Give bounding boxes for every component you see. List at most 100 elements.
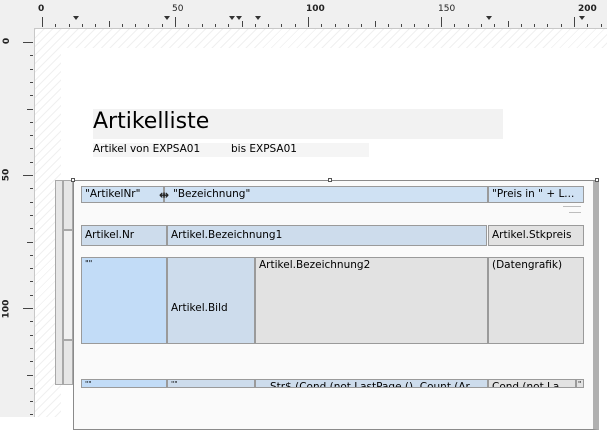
resize-handle[interactable] [595, 178, 599, 182]
ruler-tick [23, 308, 33, 309]
ruler-tick [30, 268, 33, 269]
ruler-marker[interactable] [164, 16, 170, 20]
header-artikelnr[interactable]: "ArtikelNr" [81, 186, 164, 203]
ruler-label-0: 0 [38, 4, 45, 14]
ruler-tick [30, 95, 33, 96]
footer-cell-empty-2[interactable]: "" [167, 379, 255, 388]
column-resize-cursor-icon: ⇹ [159, 188, 170, 202]
ruler-tick [587, 24, 588, 27]
ruler-tick [175, 17, 176, 27]
ruler-tick [348, 24, 349, 27]
ruler-tick [508, 21, 509, 27]
ruler-tick [574, 17, 575, 27]
footer-cell-cond[interactable]: Cond (not La [488, 379, 576, 388]
band-marker[interactable] [55, 180, 63, 385]
ruler-tick [361, 24, 362, 27]
ruler-tick [122, 24, 123, 27]
ruler-tick [375, 21, 376, 27]
ruler-tick [30, 388, 33, 389]
cell-artikel-nr[interactable]: Artikel.Nr [81, 225, 167, 246]
ruler-tick [242, 21, 243, 27]
subtitle-from[interactable]: Artikel von EXPSA01 [93, 143, 200, 155]
ruler-label-150: 150 [438, 4, 456, 14]
ruler-tick [30, 361, 33, 362]
ruler-tick [30, 321, 33, 322]
ruler-tick [281, 24, 282, 27]
vertical-ruler[interactable]: 0 50 100 [0, 28, 35, 417]
ruler-tick [494, 24, 495, 27]
ruler-tick [521, 24, 522, 27]
ruler-label-50: 50 [172, 4, 184, 14]
ruler-tick [109, 21, 110, 27]
resize-handle[interactable] [71, 178, 75, 182]
ruler-tick [30, 335, 33, 336]
ruler-tick [95, 24, 96, 27]
ruler-tick [30, 135, 33, 136]
band-marker-header[interactable] [63, 180, 73, 230]
footer-cell-strcond[interactable]: Str$ (Cond (not LastPage (), Count (Ar [255, 379, 488, 388]
ruler-marker[interactable] [255, 16, 261, 20]
ruler-tick [401, 24, 402, 27]
ruler-tick [335, 24, 336, 27]
ruler-tick [30, 69, 33, 70]
ruler-tick [321, 24, 322, 27]
resize-handle[interactable] [328, 178, 332, 182]
footer-cell-empty-1[interactable]: "" [81, 379, 167, 388]
ruler-tick [30, 202, 33, 203]
cell-bezeichnung1[interactable]: Artikel.Bezeichnung1 [167, 225, 487, 246]
subtitle-to[interactable]: bis EXPSA01 [231, 143, 297, 155]
band-marker-detail[interactable] [63, 230, 73, 340]
ruler-tick [30, 162, 33, 163]
ruler-tick [255, 24, 256, 27]
ruler-marker[interactable] [229, 16, 235, 20]
report-page[interactable]: Artikelliste Artikel von EXPSA01 bis EXP… [55, 48, 607, 430]
ruler-tick [42, 17, 43, 27]
ruler-tick [30, 228, 33, 229]
cell-stkpreis[interactable]: Artikel.Stkpreis [488, 225, 584, 246]
ruler-tick [428, 24, 429, 27]
ruler-tick [188, 24, 189, 27]
ruler-tick [468, 24, 469, 27]
cell-bezeichnung2[interactable]: Artikel.Bezeichnung2 [255, 257, 488, 344]
horizontal-ruler[interactable]: 0 50 100 150 200 [0, 0, 607, 29]
cell-artikel-bild[interactable]: Artikel.Bild [167, 257, 255, 344]
ruler-tick [30, 401, 33, 402]
ruler-tick [481, 24, 482, 27]
ruler-tick [414, 24, 415, 27]
ruler-tick [30, 295, 33, 296]
ruler-tick [30, 255, 33, 256]
ruler-label-200: 200 [578, 4, 597, 14]
band-marker-footer[interactable] [63, 340, 73, 385]
ruler-tick [30, 148, 33, 149]
ruler-tick [148, 24, 149, 27]
ruler-tick [27, 242, 33, 243]
ruler-marker[interactable] [579, 16, 585, 20]
ruler-tick [30, 281, 33, 282]
ruler-tick [55, 24, 56, 27]
ruler-tick [295, 24, 296, 27]
ruler-tick [388, 24, 389, 27]
ruler-tick [202, 24, 203, 27]
ruler-tick [215, 24, 216, 27]
header-preis[interactable]: "Preis in " + L... [488, 186, 584, 203]
footer-cell-edge[interactable]: " [576, 379, 584, 388]
ruler-tick [561, 24, 562, 27]
ruler-marker[interactable] [486, 16, 492, 20]
cell-datengrafik[interactable]: (Datengrafik) [488, 257, 584, 344]
ruler-label-100: 100 [1, 299, 12, 319]
ruler-marker[interactable] [73, 16, 79, 20]
ruler-marker[interactable] [236, 16, 242, 20]
ruler-tick [135, 24, 136, 27]
ruler-tick [82, 24, 83, 27]
ruler-tick [23, 42, 33, 43]
ruler-tick [30, 122, 33, 123]
report-title[interactable]: Artikelliste [93, 109, 209, 134]
design-canvas[interactable]: Artikelliste Artikel von EXPSA01 bis EXP… [35, 29, 607, 430]
ruler-tick [27, 375, 33, 376]
ruler-label-50: 50 [1, 168, 12, 182]
cell-empty-string[interactable]: "" [81, 257, 167, 344]
ruler-label-0: 0 [2, 37, 13, 45]
ruler-tick [162, 24, 163, 27]
header-bezeichnung[interactable]: "Bezeichnung" [164, 186, 488, 203]
ruler-tick [69, 24, 70, 27]
